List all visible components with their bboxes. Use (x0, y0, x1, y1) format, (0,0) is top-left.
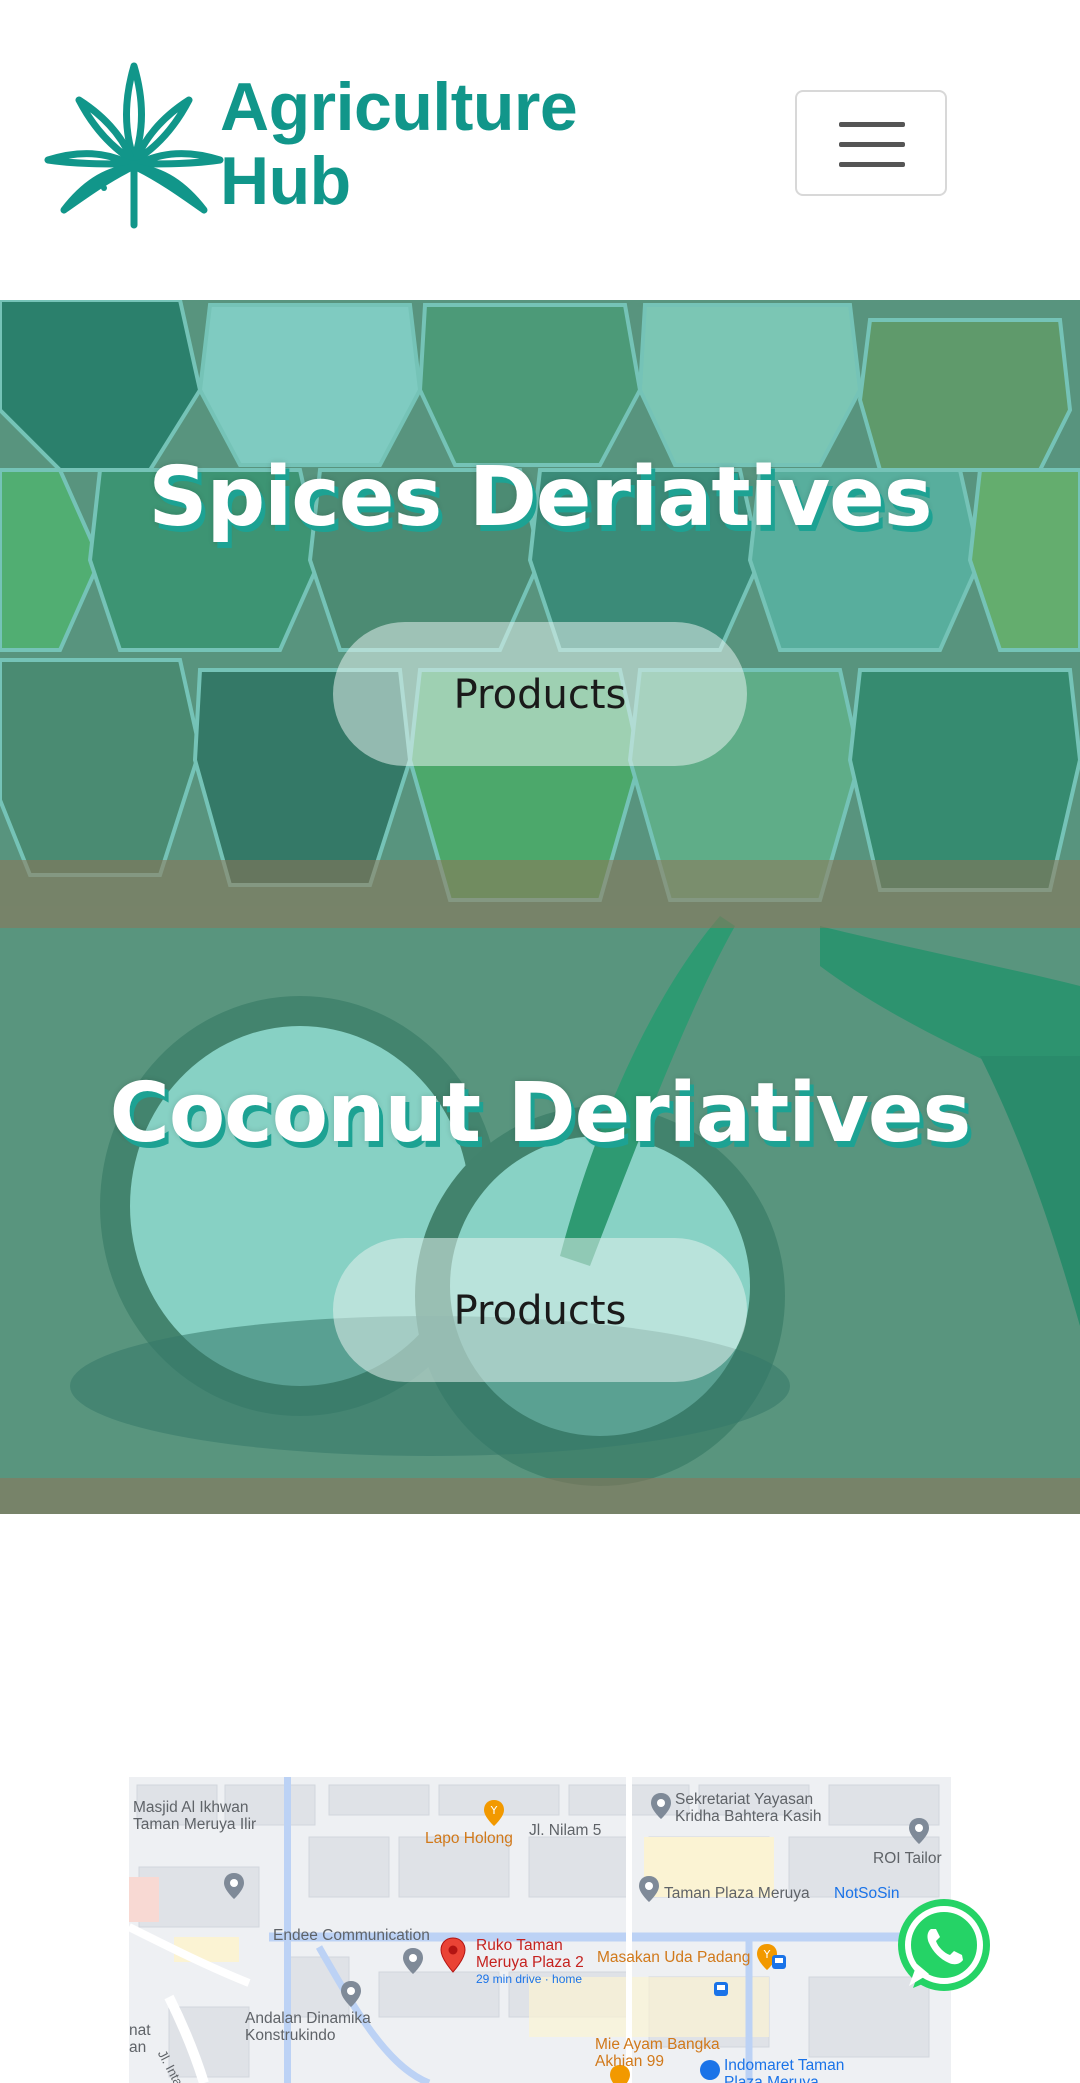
spices-title: Spices Deriatives (148, 450, 932, 545)
map-label-masakan: Masakan Uda Padang (597, 1949, 751, 1966)
bus-stop-icon (772, 1955, 786, 1969)
bus-stop-icon (714, 1982, 728, 1996)
spices-products-button[interactable]: Products (333, 622, 747, 766)
coconut-title: Coconut Deriatives (109, 1066, 972, 1161)
map-label-sekretariat: Sekretariat Yayasan Kridha Bahtera Kasih (675, 1791, 822, 1825)
map-label-nilam: Jl. Nilam 5 (529, 1822, 602, 1839)
location-map[interactable]: Y Y Masjid Al Ikhwan Taman Meruya Ilir L… (129, 1777, 951, 2083)
mosque-pin-icon (224, 1873, 244, 1899)
map-label-lapo: Lapo Holong (425, 1830, 513, 1847)
map-label-endee: Endee Communication (273, 1927, 430, 1944)
brand-name-line2: Hub (220, 143, 351, 219)
place-pin-icon (651, 1793, 671, 1819)
brand-name-line1: Agriculture (220, 69, 578, 145)
map-label-drive: 29 min drive · home (476, 1972, 583, 1986)
map-pin-icon (440, 1937, 466, 1973)
coconut-background-image (0, 906, 1080, 1514)
svg-text:Y: Y (490, 1804, 498, 1817)
place-pin-icon (909, 1818, 929, 1844)
brand-name: Agriculture Hub (220, 69, 578, 219)
site-header: Agriculture Hub (0, 0, 1080, 300)
spices-banner: Spices Deriatives Products (0, 300, 1080, 906)
place-pin-icon (341, 1981, 361, 2007)
map-label-mie: Mie Ayam Bangka Akhian 99 (595, 2036, 720, 2070)
place-pin-icon (403, 1948, 423, 1974)
map-label-indomaret: Indomaret Taman Plaza Meruya (724, 2057, 845, 2083)
map-label-andalan: Andalan Dinamika Konstrukindo (245, 2010, 371, 2044)
spices-background-image (0, 300, 1080, 906)
brand-logo[interactable]: Agriculture Hub (44, 58, 604, 233)
place-pin-icon (639, 1876, 659, 1902)
coconut-banner: Coconut Deriatives Products (0, 906, 1080, 1514)
coconut-products-button[interactable]: Products (333, 1238, 747, 1382)
map-label-nat: nat an (129, 2022, 151, 2056)
whatsapp-icon[interactable] (893, 1896, 995, 1998)
cannabis-leaf-icon (44, 62, 224, 229)
menu-toggle-button[interactable] (795, 90, 947, 196)
map-label-taman-plaza: Taman Plaza Meruya (664, 1885, 810, 1902)
restaurant-pin-icon: Y (484, 1800, 504, 1826)
map-label-roi: ROI Tailor (873, 1850, 942, 1867)
map-label-masjid: Masjid Al Ikhwan Taman Meruya Ilir (133, 1799, 257, 1833)
svg-text:Y: Y (763, 1948, 771, 1961)
map-label-notsosin: NotSoSin (834, 1885, 900, 1902)
map-label-ruko: Ruko Taman Meruya Plaza 2 (476, 1937, 584, 1971)
